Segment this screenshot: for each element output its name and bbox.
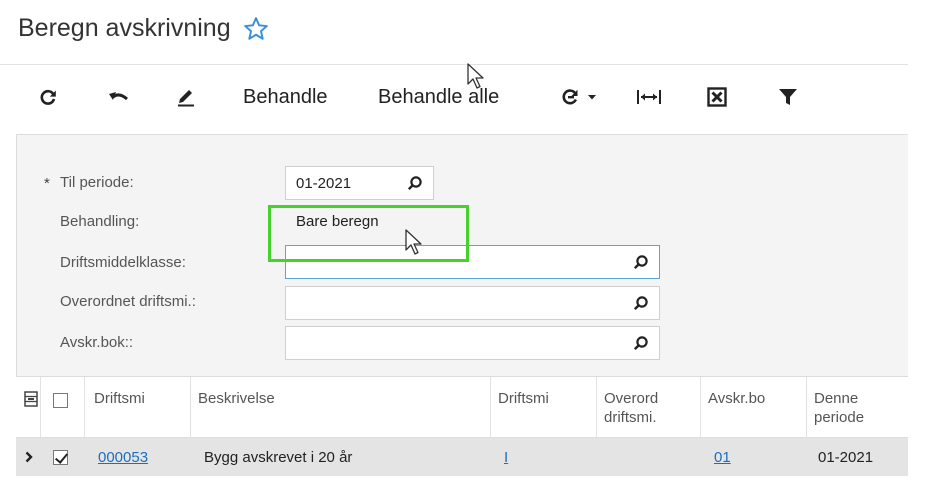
column-divider xyxy=(190,377,191,439)
column-divider xyxy=(700,377,701,439)
column-header-parent[interactable]: Overord driftsmi. xyxy=(604,389,658,427)
book-input[interactable] xyxy=(285,326,660,360)
period-value: 01-2021 xyxy=(296,174,352,192)
asset-class-link[interactable]: I xyxy=(504,449,508,466)
book-link[interactable]: 01 xyxy=(714,449,731,466)
parent-label: Overordnet driftsmi.: xyxy=(60,293,196,310)
description-cell: Bygg avskrevet i 20 år xyxy=(204,449,353,466)
asset-id-link[interactable]: 000053 xyxy=(98,449,148,466)
column-divider xyxy=(84,377,85,439)
column-header-book[interactable]: Avskr.bo xyxy=(708,389,800,408)
column-header-asset[interactable]: Driftsmi xyxy=(94,389,145,408)
refresh-icon xyxy=(40,89,56,105)
schedule-refresh-icon xyxy=(562,89,578,105)
pencil-icon xyxy=(178,90,194,107)
search-icon[interactable] xyxy=(633,254,649,270)
undo-icon xyxy=(109,92,128,101)
row-checkbox[interactable] xyxy=(53,450,68,465)
column-divider xyxy=(40,377,41,439)
highlight-annotation-box xyxy=(268,205,469,262)
page-title: Beregn avskrivning xyxy=(18,14,269,43)
assets-grid: Driftsmi Beskrivelse Driftsmi Overord dri… xyxy=(16,376,908,494)
schedule-button[interactable] xyxy=(556,70,602,124)
filter-button[interactable] xyxy=(776,70,800,124)
filter-icon xyxy=(779,89,797,105)
column-divider xyxy=(596,377,597,439)
mouse-cursor-icon xyxy=(467,63,484,89)
action-label: Behandling: xyxy=(60,213,140,230)
search-icon[interactable] xyxy=(633,335,649,351)
chevron-down-icon xyxy=(588,95,596,100)
book-label: Avskr.bok:: xyxy=(60,334,134,351)
toolbar: Behandle Behandle alle xyxy=(0,70,908,124)
parent-asset-input[interactable] xyxy=(285,286,660,320)
edit-button[interactable] xyxy=(174,70,198,124)
favorite-star-icon[interactable] xyxy=(243,16,269,42)
fit-width-button[interactable] xyxy=(634,70,664,124)
period-cell: 01-2021 xyxy=(818,449,874,466)
column-divider xyxy=(806,377,807,439)
title-divider xyxy=(0,64,908,65)
select-all-checkbox[interactable] xyxy=(53,393,68,408)
excel-export-button[interactable] xyxy=(705,70,729,124)
period-input[interactable]: 01-2021 xyxy=(285,166,434,200)
column-header-asset-class[interactable]: Driftsmi xyxy=(498,389,549,408)
mouse-cursor-icon xyxy=(405,229,422,255)
column-header-description[interactable]: Beskrivelse xyxy=(198,389,275,408)
period-label: Til periode: xyxy=(60,174,134,191)
chevron-right-icon[interactable] xyxy=(25,451,33,463)
class-label: Driftsmiddelklasse: xyxy=(60,254,186,271)
required-marker: * xyxy=(44,175,50,192)
column-divider xyxy=(490,377,491,439)
excel-export-icon xyxy=(707,87,727,107)
grid-header: Driftsmi Beskrivelse Driftsmi Overord dri… xyxy=(16,376,908,439)
undo-button[interactable] xyxy=(104,70,132,124)
process-button[interactable]: Behandle xyxy=(243,70,328,124)
search-icon[interactable] xyxy=(633,295,649,311)
fit-width-icon xyxy=(637,90,661,104)
column-header-period[interactable]: Denne periode xyxy=(814,389,864,427)
refresh-button[interactable] xyxy=(36,70,60,124)
row-settings-icon[interactable] xyxy=(24,391,38,407)
table-row[interactable]: 000053 Bygg avskrevet i 20 år I 01 01-20… xyxy=(16,438,908,476)
page-title-text: Beregn avskrivning xyxy=(18,14,231,42)
search-icon[interactable] xyxy=(407,175,423,191)
